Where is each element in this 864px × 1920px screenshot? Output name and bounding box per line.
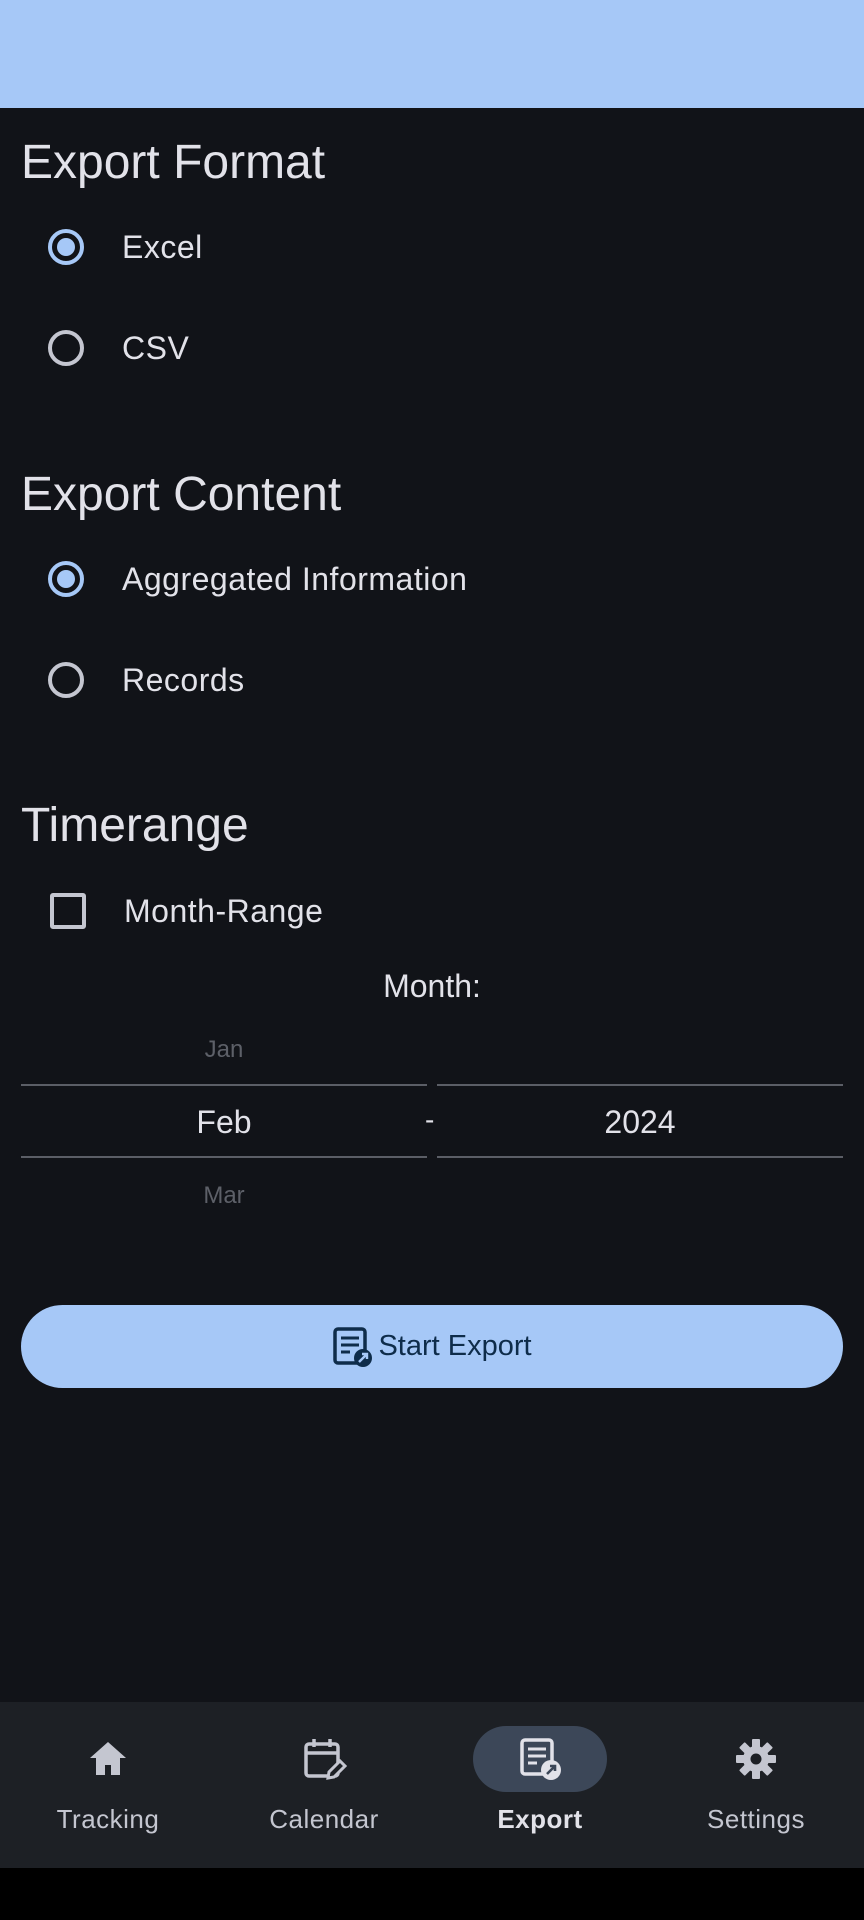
- start-export-label: Start Export: [378, 1330, 532, 1362]
- month-range-label: Month-Range: [124, 892, 324, 929]
- export-format-title: Export Format: [21, 136, 326, 189]
- radio-button[interactable]: [48, 330, 84, 366]
- month-picker-next[interactable]: Mar: [21, 1182, 427, 1210]
- bottom-navigation-bar: Tracking Calendar Export Settings: [0, 1702, 864, 1868]
- nav-label-tracking: Tracking: [56, 1804, 160, 1834]
- nav-label-calendar: Calendar: [269, 1804, 379, 1834]
- export-document-icon: [333, 1326, 373, 1367]
- month-picker-top-divider: [21, 1084, 427, 1086]
- year-picker-top-divider: [437, 1084, 843, 1086]
- month-picker-bottom-divider: [21, 1156, 427, 1158]
- nav-item-calendar[interactable]: Calendar: [216, 1702, 432, 1868]
- month-picker-selected[interactable]: Feb: [21, 1104, 427, 1141]
- home-icon: [90, 1742, 126, 1775]
- radio-button-selected[interactable]: [48, 561, 84, 597]
- nav-pill-active: [473, 1726, 607, 1792]
- radio-option-excel[interactable]: Excel: [48, 217, 203, 277]
- start-export-button[interactable]: Start Export: [21, 1305, 843, 1388]
- radio-option-csv[interactable]: CSV: [48, 318, 189, 378]
- year-picker-bottom-divider: [437, 1156, 843, 1158]
- export-content-title: Export Content: [21, 468, 342, 521]
- radio-button[interactable]: [48, 662, 84, 698]
- nav-item-tracking[interactable]: Tracking: [0, 1702, 216, 1868]
- year-picker-selected[interactable]: 2024: [437, 1104, 843, 1141]
- radio-option-aggregated[interactable]: Aggregated Information: [48, 549, 467, 609]
- nav-label-export: Export: [497, 1804, 583, 1834]
- nav-label-settings: Settings: [707, 1804, 805, 1834]
- system-navigation-bar: [0, 1868, 864, 1920]
- nav-item-export[interactable]: Export: [432, 1702, 648, 1868]
- top-app-bar: [0, 0, 864, 108]
- radio-label-aggregated: Aggregated Information: [122, 560, 468, 597]
- month-picker-prev[interactable]: Jan: [21, 1036, 427, 1064]
- radio-label-csv: CSV: [122, 329, 190, 366]
- month-range-checkbox-option[interactable]: Month-Range: [48, 881, 323, 941]
- radio-label-records: Records: [122, 661, 245, 698]
- radio-label-excel: Excel: [122, 228, 203, 265]
- timerange-title: Timerange: [21, 799, 249, 852]
- month-label: Month:: [383, 968, 481, 1004]
- calendar-edit-icon: [304, 1739, 347, 1780]
- nav-item-settings[interactable]: Settings: [648, 1702, 864, 1868]
- radio-button-selected[interactable]: [48, 229, 84, 265]
- nav-pill: [689, 1726, 823, 1792]
- picker-separator: -: [425, 1104, 435, 1135]
- radio-option-records[interactable]: Records: [48, 650, 245, 710]
- gear-icon: [736, 1739, 776, 1779]
- nav-pill: [257, 1726, 391, 1792]
- export-document-icon: [520, 1738, 561, 1780]
- month-range-checkbox[interactable]: [50, 893, 86, 929]
- nav-pill: [41, 1726, 175, 1792]
